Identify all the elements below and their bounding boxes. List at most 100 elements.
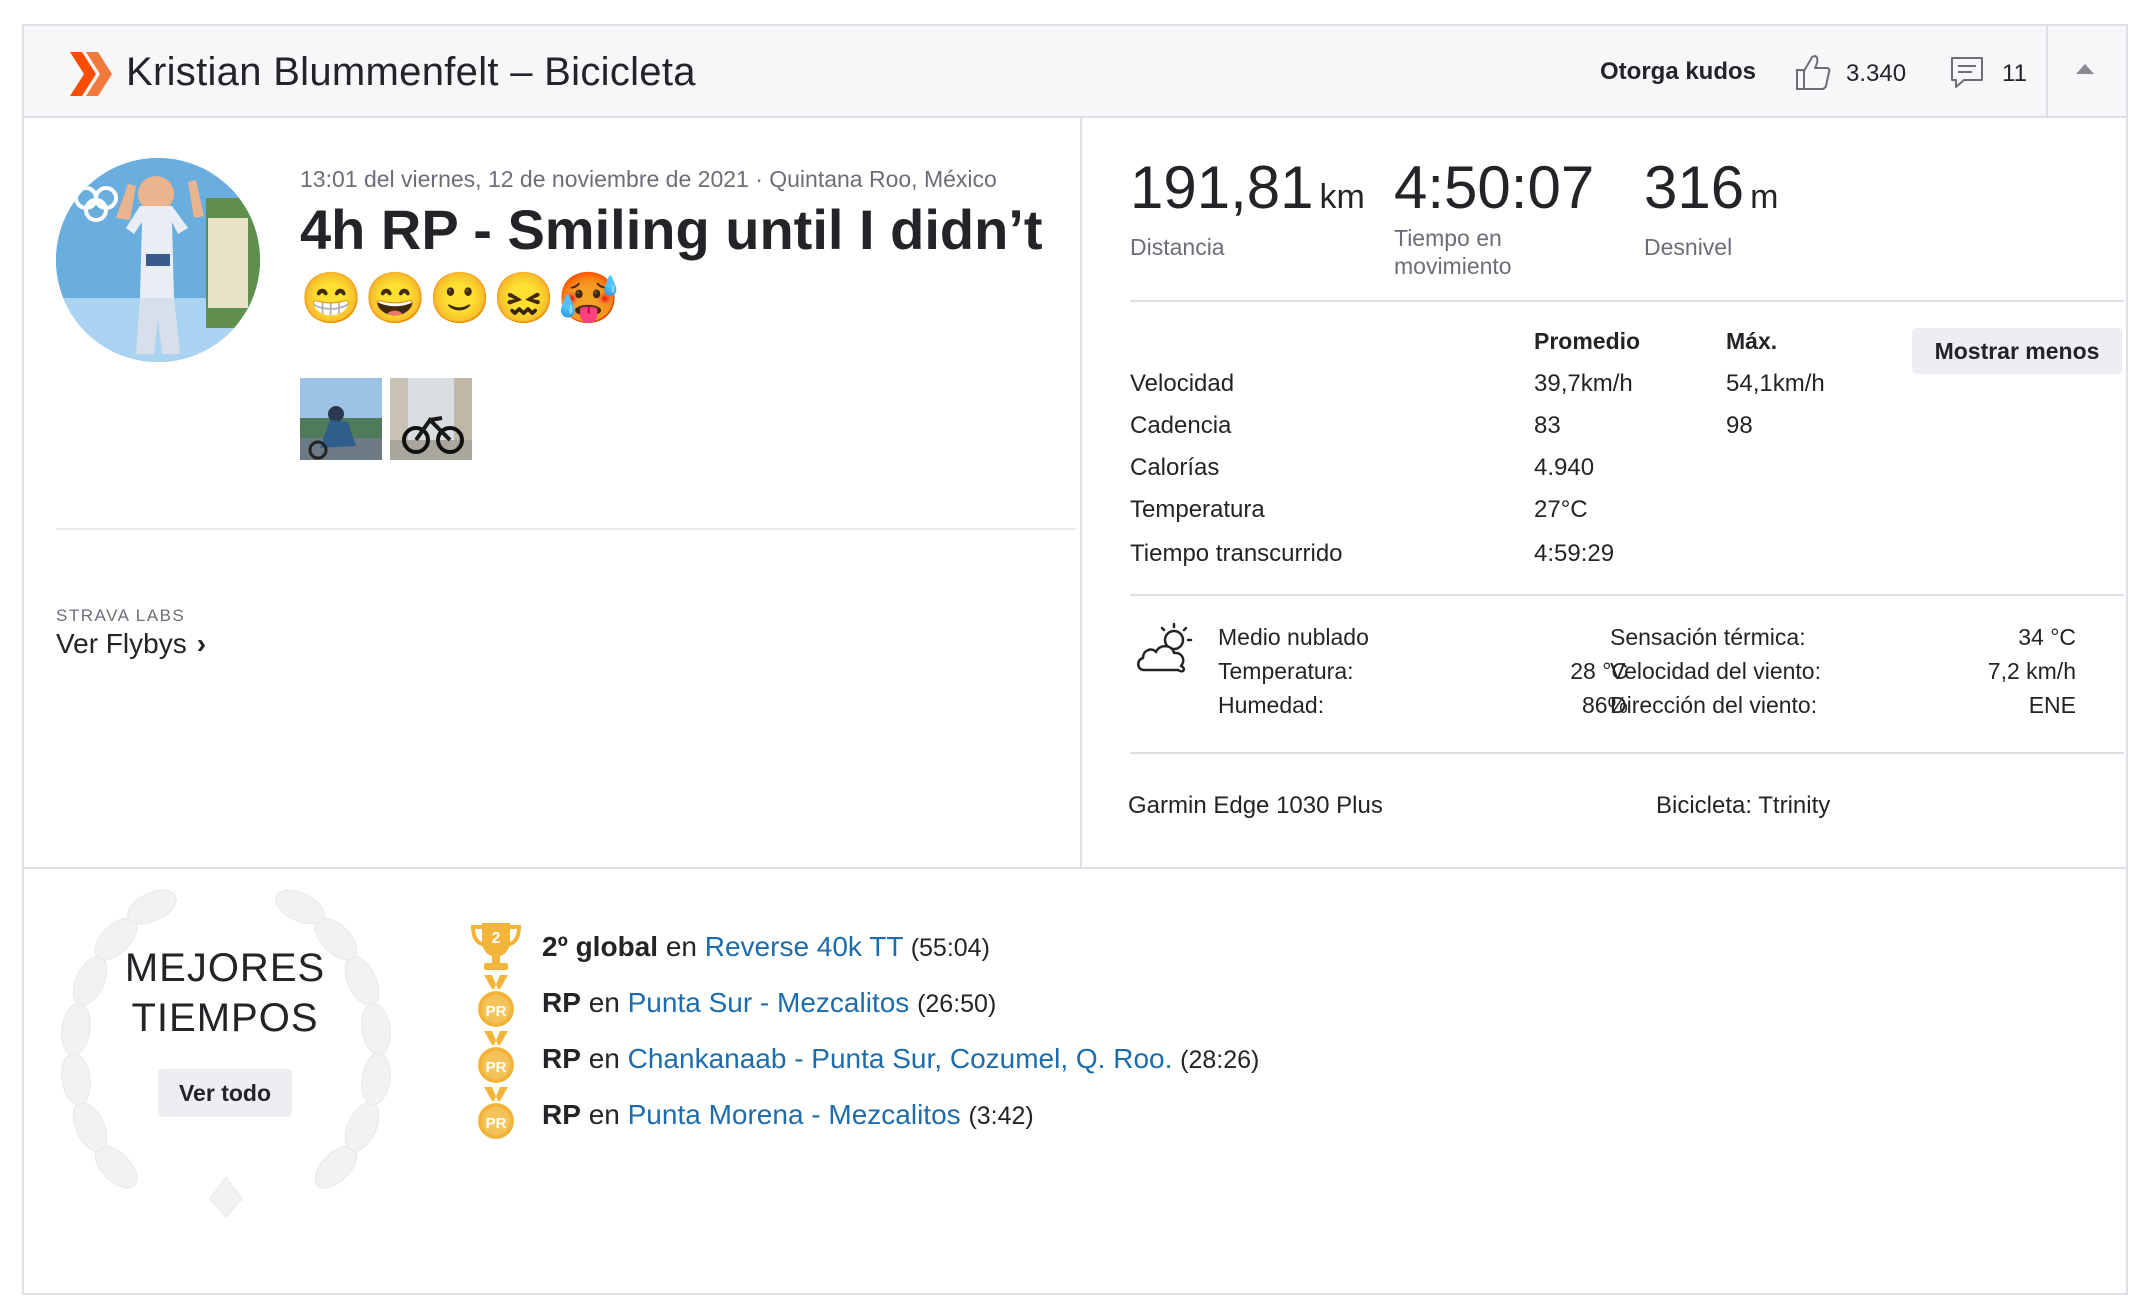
stats-row-elapsed-time: Tiempo transcurrido 4:59:29 — [1130, 540, 1890, 580]
distance-value: 191,81 — [1130, 154, 1314, 221]
svg-text:PR: PR — [486, 1115, 507, 1132]
svg-text:PR: PR — [486, 1059, 507, 1076]
weather-humidity-label: Humedad: — [1218, 692, 1325, 718]
max-column-header: Máx. — [1726, 328, 1778, 354]
weather-divider — [1130, 594, 2124, 596]
achievement-item: PR RP en Punta Sur - Mezcalitos (26:50) — [446, 975, 1646, 1029]
achievement-rank: RP — [542, 987, 581, 1018]
stat-avg-value: 4.940 — [1534, 454, 1595, 481]
stat-label: Cadencia — [1130, 412, 1232, 439]
elevation-unit: m — [1750, 178, 1779, 216]
pr-medal-icon: PR — [478, 1087, 514, 1139]
svg-text:2: 2 — [492, 930, 501, 947]
strava-labs-label: STRAVA LABS — [56, 606, 186, 625]
segment-link[interactable]: Reverse 40k TT — [705, 931, 903, 962]
stat-avg-value: 4:59:29 — [1534, 540, 1615, 567]
view-flybys-link[interactable]: Ver Flybys › — [56, 628, 206, 660]
achievement-connector: en — [588, 1043, 620, 1074]
best-efforts-title-line: TIEMPOS — [131, 996, 319, 1040]
activity-photo-thumbnail[interactable] — [390, 378, 472, 460]
achievement-rank: RP — [542, 1043, 581, 1074]
weather-condition: Medio nublado — [1218, 624, 1369, 650]
activity-card: Kristian Blummenfelt – Bicicleta Otorga … — [22, 24, 2128, 1295]
activity-stats-panel: 191,81 km Distancia 4:50:07 Tiempo en mov… — [1084, 118, 2128, 867]
avatar-photo — [56, 158, 260, 362]
best-efforts-title-line: MEJORES — [124, 946, 326, 990]
achievement-connector: en — [588, 987, 620, 1018]
activity-timestamp-location: 13:01 del viernes, 12 de noviembre de 20… — [300, 166, 997, 192]
kudos-count[interactable]: 3.340 — [1846, 60, 1906, 88]
laurel-wreath-icon — [61, 889, 391, 1217]
stat-avg-value: 39,7km/h — [1534, 370, 1633, 397]
stat-label: Temperatura — [1130, 496, 1265, 523]
see-all-button[interactable]: Ver todo — [158, 1069, 292, 1117]
weather-wind-speed-label: Velocidad del viento: — [1610, 658, 1821, 684]
elevation-stat: 316 m Desnivel — [1644, 154, 1778, 261]
distance-label: Distancia — [1130, 234, 1225, 260]
achievement-text: RP en Punta Morena - Mezcalitos (3:42) — [542, 1099, 1034, 1131]
achievement-item: PR RP en Punta Morena - Mezcalitos (3:42… — [446, 1087, 1646, 1141]
chevron-up-icon — [2076, 64, 2094, 74]
stats-row-calories: Calorías 4.940 — [1130, 454, 1890, 494]
achievement-rank: 2º global — [542, 931, 659, 962]
partly-cloudy-icon — [1137, 622, 1193, 673]
device-name: Garmin Edge 1030 Plus — [1128, 792, 1383, 819]
chevron-right-icon: › — [196, 628, 207, 659]
gear-divider — [1130, 752, 2124, 754]
achievement-connector: en — [665, 931, 697, 962]
weather-wind-dir-label: Dirección del viento: — [1610, 692, 1818, 718]
achievement-connector: en — [588, 1099, 620, 1130]
stat-label: Tiempo transcurrido — [1130, 540, 1343, 567]
achievement-time: (55:04) — [910, 934, 990, 962]
achievement-rank: RP — [542, 1099, 581, 1130]
weather-wind-speed-value: 7,2 km/h — [1987, 658, 2076, 684]
segment-link[interactable]: Punta Morena - Mezcalitos — [628, 1099, 961, 1130]
stat-max-value: 54,1km/h — [1726, 370, 1825, 397]
achievement-time: (3:42) — [968, 1102, 1034, 1130]
elevation-value: 316 — [1644, 154, 1745, 221]
stats-row-speed: Velocidad 39,7km/h 54,1km/h — [1130, 370, 1890, 410]
thumbs-up-icon[interactable] — [1794, 52, 1832, 92]
pr-medal-icon: PR — [478, 975, 514, 1027]
activity-summary-panel: 13:01 del viernes, 12 de noviembre de 20… — [24, 118, 1082, 867]
collapse-button[interactable] — [2048, 26, 2128, 116]
comment-count[interactable]: 11 — [2002, 60, 2027, 88]
segment-link[interactable]: Punta Sur - Mezcalitos — [628, 987, 910, 1018]
flybys-label: Ver Flybys — [56, 628, 187, 659]
achievement-time: (26:50) — [917, 990, 997, 1018]
achievement-time: (28:26) — [1180, 1046, 1260, 1074]
comment-icon[interactable] — [1950, 56, 1984, 90]
activity-photo-thumbnail[interactable] — [300, 378, 382, 460]
stat-label: Velocidad — [1130, 370, 1235, 397]
stat-avg-value: 83 — [1534, 412, 1561, 439]
weather-feels-label: Sensación térmica: — [1610, 624, 1806, 650]
achievement-item: PR RP en Chankanaab - Punta Sur, Cozumel… — [446, 1031, 1646, 1085]
stat-max-value: 98 — [1726, 412, 1753, 439]
pr-medal-icon: PR — [478, 1031, 514, 1083]
moving-time-stat: 4:50:07 Tiempo en movimiento — [1394, 154, 1594, 280]
summary-divider — [56, 528, 1076, 530]
achievement-text: 2º global en Reverse 40k TT (55:04) — [542, 931, 990, 963]
show-less-button[interactable]: Mostrar menos — [1912, 328, 2122, 374]
achievement-text: RP en Chankanaab - Punta Sur, Cozumel, Q… — [542, 1043, 1259, 1075]
activity-header-title: Kristian Blummenfelt – Bicicleta — [126, 50, 696, 94]
achievement-text: RP en Punta Sur - Mezcalitos (26:50) — [542, 987, 996, 1019]
weather-feels-value: 34 °C — [2018, 624, 2076, 650]
stats-row-temperature: Temperatura 27°C — [1130, 496, 1890, 536]
stats-divider — [1130, 300, 2124, 302]
strava-chevron-icon — [70, 52, 112, 96]
stats-row-cadence: Cadencia 83 98 — [1130, 412, 1890, 452]
weather-temp-label: Temperatura: — [1218, 658, 1354, 684]
activity-title: 4h RP - Smiling until I didn’t — [300, 198, 1043, 261]
activity-header: Kristian Blummenfelt – Bicicleta Otorga … — [24, 26, 2126, 118]
svg-text:PR: PR — [486, 1003, 507, 1020]
segment-link[interactable]: Chankanaab - Punta Sur, Cozumel, Q. Roo. — [628, 1043, 1173, 1074]
give-kudos-button[interactable]: Otorga kudos — [1600, 58, 1756, 86]
activity-emojis: 😁😄🙂😖🥵 — [300, 270, 622, 326]
stat-avg-value: 27°C — [1534, 496, 1588, 523]
bike-name: Bicicleta: Ttrinity — [1656, 792, 1831, 819]
distance-unit: km — [1319, 178, 1365, 216]
trophy-icon: 2 — [470, 923, 522, 970]
distance-stat: 191,81 km Distancia — [1130, 154, 1365, 261]
athlete-avatar[interactable] — [56, 158, 260, 362]
